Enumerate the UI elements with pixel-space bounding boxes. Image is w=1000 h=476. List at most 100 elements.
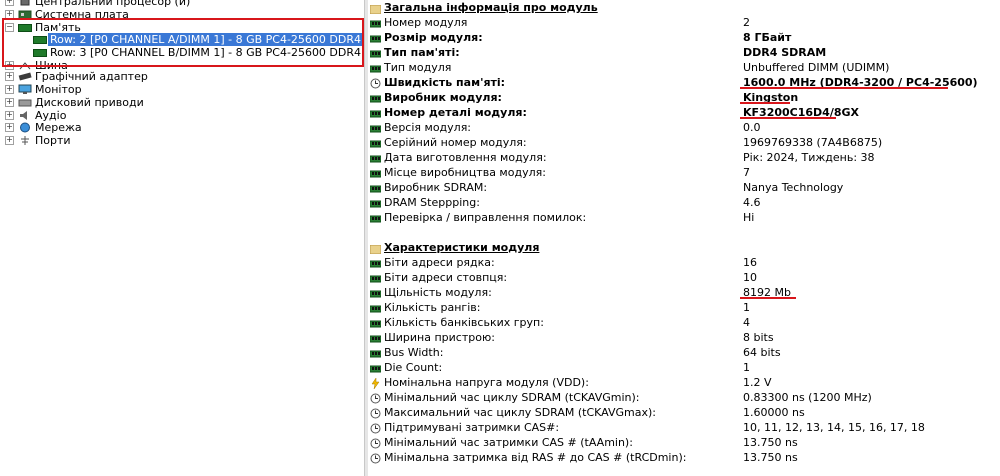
detail-row[interactable]: Перевірка / виправлення помилок: Hi — [368, 210, 1000, 225]
detail-row[interactable]: Біти адреси рядка: 16 — [368, 255, 1000, 270]
property-value: 0.0 — [743, 121, 761, 134]
ram-chip-icon — [369, 93, 382, 103]
ram-chip-icon — [369, 288, 382, 298]
property-name: Серійний номер модуля: — [384, 136, 527, 149]
ports-icon — [18, 135, 32, 146]
ram-chip-icon — [369, 363, 382, 373]
tree-item-label: Порти — [35, 134, 71, 147]
property-value: Рік: 2024, Тиждень: 38 — [743, 151, 875, 164]
tree-item-label: Центральний процесор (и) — [35, 0, 191, 8]
graphics-card-icon — [18, 71, 32, 82]
property-value: 1.2 V — [743, 376, 772, 389]
property-name: Біти адреси рядка: — [384, 256, 495, 269]
property-value: 64 bits — [743, 346, 781, 359]
device-tree[interactable]: + Центральний процесор (и) + Системна пл… — [0, 0, 364, 476]
ram-chip-icon — [369, 48, 382, 58]
network-icon — [18, 122, 32, 133]
detail-row[interactable]: DRAM Steppping: 4.6 — [368, 195, 1000, 210]
section-title: Характеристики модуля — [384, 241, 540, 254]
expand-icon[interactable]: + — [5, 85, 14, 94]
detail-row[interactable]: Серійний номер модуля: 1969769338 (7A4B68… — [368, 135, 1000, 150]
section-header-general: Загальна інформація про модуль — [368, 0, 1000, 15]
tree-item-ports[interactable]: + Порти — [0, 134, 364, 147]
detail-row[interactable]: Щільність модуля: 8192 Mb — [368, 285, 1000, 300]
clock-icon — [370, 423, 381, 434]
ram-chip-icon — [369, 138, 382, 148]
section-icon — [369, 3, 382, 15]
detail-row[interactable]: Мінімальна затримка від RAS # до CAS # (… — [368, 450, 1000, 465]
property-name: Виробник модуля: — [384, 91, 502, 104]
disk-drive-icon — [18, 97, 32, 108]
clock-icon — [370, 78, 381, 89]
detail-row[interactable]: Тип модуля Unbuffered DIMM (UDIMM) — [368, 60, 1000, 75]
detail-row[interactable]: Біти адреси стовпця: 10 — [368, 270, 1000, 285]
ram-chip-icon — [369, 318, 382, 328]
detail-row[interactable]: Мінімальний час затримки CAS # (tAAmin):… — [368, 435, 1000, 450]
ram-chip-icon — [369, 108, 382, 118]
expand-icon[interactable]: + — [5, 136, 14, 145]
detail-row[interactable]: Виробник модуля: Kingston — [368, 90, 1000, 105]
ram-chip-icon — [369, 273, 382, 283]
detail-row[interactable]: Виробник SDRAM: Nanya Technology — [368, 180, 1000, 195]
section-title: Загальна інформація про модуль — [384, 1, 598, 14]
detail-row[interactable]: Номер модуля 2 — [368, 15, 1000, 30]
manufacturer-annotation-underline — [740, 102, 790, 104]
property-value: 7 — [743, 166, 750, 179]
property-name: Виробник SDRAM: — [384, 181, 488, 194]
clock-icon — [370, 438, 381, 449]
details-pane: Загальна інформація про модуль Номер мод… — [368, 0, 1000, 476]
expand-icon[interactable]: + — [5, 123, 14, 132]
expand-icon[interactable]: + — [5, 98, 14, 107]
tree-item-network[interactable]: + Мережа — [0, 121, 364, 134]
detail-row[interactable]: Мінімальний час циклу SDRAM (tCKAVGmin):… — [368, 390, 1000, 405]
tree-item-cpu[interactable]: + Центральний процесор (и) — [0, 0, 364, 8]
detail-row[interactable]: Кількість рангів: 1 — [368, 300, 1000, 315]
audio-icon — [18, 110, 32, 121]
detail-row[interactable]: Версія модуля: 0.0 — [368, 120, 1000, 135]
ram-chip-icon — [369, 168, 382, 178]
property-name: DRAM Steppping: — [384, 196, 480, 209]
expand-icon[interactable]: + — [5, 72, 14, 81]
property-value: DDR4 SDRAM — [743, 46, 827, 59]
property-name: Щільність модуля: — [384, 286, 492, 299]
tree-item-label: Дисковий приводи — [35, 96, 144, 109]
part-number-annotation-underline — [740, 117, 836, 119]
property-name: Перевірка / виправлення помилок: — [384, 211, 587, 224]
property-value: Unbuffered DIMM (UDIMM) — [743, 61, 890, 74]
property-name: Швидкість пам'яті: — [384, 76, 506, 89]
tree-item-graphics[interactable]: + Графічний адаптер — [0, 70, 364, 83]
property-name: Максимальний час циклу SDRAM (tCKAVGmax)… — [384, 406, 657, 419]
cpu-icon — [18, 0, 32, 7]
property-name: Кількість банківських груп: — [384, 316, 544, 329]
detail-row[interactable]: Підтримувані затримки CAS#: 10, 11, 12, 1… — [368, 420, 1000, 435]
property-name: Підтримувані затримки CAS#: — [384, 421, 560, 434]
expand-icon[interactable]: + — [5, 0, 14, 6]
property-name: Тип пам'яті: — [384, 46, 460, 59]
ram-chip-icon — [369, 198, 382, 208]
detail-row[interactable]: Максимальний час циклу SDRAM (tCKAVGmax)… — [368, 405, 1000, 420]
detail-row[interactable]: Die Count: 1 — [368, 360, 1000, 375]
property-value: 1 — [743, 361, 750, 374]
detail-row[interactable]: Номінальна напруга модуля (VDD): 1.2 V — [368, 375, 1000, 390]
property-value: 2 — [743, 16, 750, 29]
property-value: 1969769338 (7A4B6875) — [743, 136, 883, 149]
voltage-icon — [370, 377, 381, 390]
property-name: Розмір модуля: — [384, 31, 483, 44]
property-value: 8 ГБайт — [743, 31, 792, 44]
detail-row[interactable]: Номер деталі модуля: KF3200C16D4/8GX — [368, 105, 1000, 120]
property-name: Місце виробництва модуля: — [384, 166, 546, 179]
property-name: Bus Width: — [384, 346, 444, 359]
detail-row[interactable]: Bus Width: 64 bits — [368, 345, 1000, 360]
ram-chip-icon — [369, 213, 382, 223]
detail-row[interactable]: Місце виробництва модуля: 7 — [368, 165, 1000, 180]
tree-item-monitor[interactable]: + Монітор — [0, 83, 364, 96]
detail-row[interactable]: Ширина пристрою: 8 bits — [368, 330, 1000, 345]
detail-row[interactable]: Дата виготовлення модуля: Рік: 2024, Тижд… — [368, 150, 1000, 165]
expand-icon[interactable]: + — [5, 111, 14, 120]
detail-row[interactable]: Розмір модуля: 8 ГБайт — [368, 30, 1000, 45]
clock-icon — [370, 453, 381, 464]
clock-icon — [370, 393, 381, 404]
tree-item-disk[interactable]: + Дисковий приводи — [0, 96, 364, 109]
detail-row[interactable]: Кількість банківських груп: 4 — [368, 315, 1000, 330]
detail-row[interactable]: Тип пам'яті: DDR4 SDRAM — [368, 45, 1000, 60]
